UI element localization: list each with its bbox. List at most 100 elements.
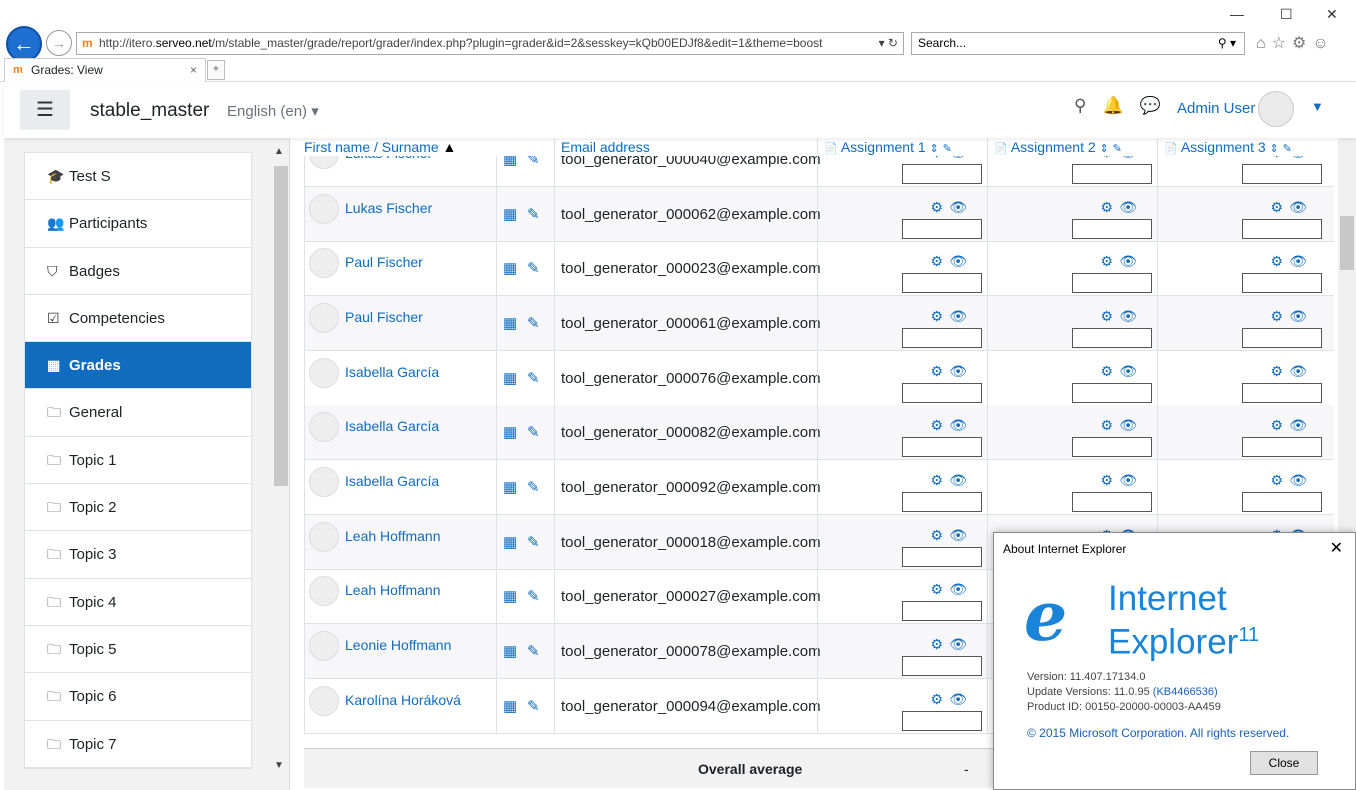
- student-name-link[interactable]: Isabella García: [345, 364, 439, 380]
- eye-icon[interactable]: 👁: [1289, 308, 1307, 325]
- gear-icon[interactable]: ⚙: [930, 527, 943, 544]
- grade-input[interactable]: [1072, 328, 1152, 348]
- student-name-link[interactable]: Paul Fischer: [345, 309, 423, 325]
- messages-icon[interactable]: 💬: [1140, 96, 1161, 115]
- sidebar-item-badges[interactable]: ⛉ Badges: [25, 248, 251, 295]
- gear-icon[interactable]: ⚙: [1100, 253, 1113, 270]
- grade-input[interactable]: [1242, 437, 1322, 457]
- grade-input[interactable]: [902, 273, 982, 293]
- edit-icon[interactable]: ✎: [527, 697, 540, 715]
- edit-icon[interactable]: ✎: [527, 369, 540, 387]
- sidebar-item-test-s[interactable]: 🎓 Test S: [25, 153, 251, 201]
- grade-input[interactable]: [1072, 164, 1152, 184]
- student-name-link[interactable]: Lukas Fischer: [345, 200, 432, 216]
- kb-link[interactable]: (KB4466536): [1153, 686, 1218, 698]
- eye-icon[interactable]: 👁: [1289, 417, 1307, 434]
- table-icon[interactable]: ▦: [503, 259, 517, 277]
- back-button[interactable]: ←: [6, 26, 42, 62]
- search-icon[interactable]: ⚲ ▾: [1218, 33, 1236, 54]
- gear-icon[interactable]: ⚙: [1270, 363, 1283, 380]
- grade-input[interactable]: [1072, 492, 1152, 512]
- grade-input[interactable]: [902, 656, 982, 676]
- edit-icon[interactable]: ✎: [527, 587, 540, 605]
- table-icon[interactable]: ▦: [503, 314, 517, 332]
- chevron-down-icon[interactable]: ▼: [1311, 99, 1324, 114]
- grade-input[interactable]: [1242, 492, 1322, 512]
- gear-icon[interactable]: ⚙: [1100, 472, 1113, 489]
- grade-input[interactable]: [1072, 273, 1152, 293]
- assignment-3-header[interactable]: 📄 Assignment 3 ⇕ ✎: [1157, 138, 1327, 156]
- eye-icon[interactable]: 👁: [1119, 308, 1137, 325]
- sidebar-item-general[interactable]: 🗀 General: [25, 389, 251, 437]
- user-menu[interactable]: Admin User: [1177, 100, 1255, 117]
- sidebar-item-topic-3[interactable]: 🗀 Topic 3: [25, 531, 251, 579]
- grade-input[interactable]: [902, 219, 982, 239]
- grade-input[interactable]: [902, 492, 982, 512]
- gear-icon[interactable]: ⚙: [930, 636, 943, 653]
- gear-icon[interactable]: ⚙: [1100, 417, 1113, 434]
- eye-icon[interactable]: 👁: [949, 581, 967, 598]
- gear-icon[interactable]: ⚙: [1270, 472, 1283, 489]
- grade-input[interactable]: [1072, 437, 1152, 457]
- grade-input[interactable]: [1242, 328, 1322, 348]
- sort-surname[interactable]: Surname: [382, 139, 439, 155]
- grade-input[interactable]: [1072, 219, 1152, 239]
- edit-icon[interactable]: ✎: [527, 314, 540, 332]
- sidebar-item-topic-6[interactable]: 🗀 Topic 6: [25, 673, 251, 721]
- gear-icon[interactable]: ⚙: [930, 253, 943, 270]
- eye-icon[interactable]: 👁: [949, 308, 967, 325]
- gear-icon[interactable]: ⚙: [930, 417, 943, 434]
- eye-icon[interactable]: 👁: [1119, 363, 1137, 380]
- grade-input[interactable]: [902, 437, 982, 457]
- student-name-link[interactable]: Isabella García: [345, 418, 439, 434]
- table-icon[interactable]: ▦: [503, 533, 517, 551]
- gear-icon[interactable]: ⚙: [930, 308, 943, 325]
- gear-icon[interactable]: ⚙: [1100, 308, 1113, 325]
- refresh-icon[interactable]: ▾ ↻: [879, 33, 898, 54]
- language-menu[interactable]: English (en) ▾: [227, 102, 319, 120]
- edit-icon[interactable]: ✎: [527, 478, 540, 496]
- grade-input[interactable]: [1242, 383, 1322, 403]
- sidebar-item-topic-7[interactable]: 🗀 Topic 7: [25, 721, 251, 768]
- sidebar-item-participants[interactable]: 👥 Participants: [25, 200, 251, 248]
- eye-icon[interactable]: 👁: [949, 199, 967, 216]
- window-close-button[interactable]: ✕: [1326, 6, 1338, 23]
- address-bar[interactable]: m http://itero.serveo.net/m/stable_maste…: [76, 32, 904, 55]
- table-icon[interactable]: ▦: [503, 205, 517, 223]
- gear-icon[interactable]: ⚙: [930, 691, 943, 708]
- eye-icon[interactable]: 👁: [1119, 253, 1137, 270]
- sidebar-item-grades[interactable]: ▦ Grades: [25, 342, 251, 390]
- eye-icon[interactable]: 👁: [949, 636, 967, 653]
- sidebar-item-competencies[interactable]: ☑ Competencies: [25, 295, 251, 343]
- gear-icon[interactable]: ⚙: [1270, 199, 1283, 216]
- grade-input[interactable]: [1242, 164, 1322, 184]
- grade-input[interactable]: [1242, 273, 1322, 293]
- table-icon[interactable]: ▦: [503, 587, 517, 605]
- drawer-scrollbar[interactable]: ▲ ▼: [274, 146, 288, 776]
- edit-icon[interactable]: ✎: [527, 259, 540, 277]
- gear-icon[interactable]: ⚙: [1100, 199, 1113, 216]
- table-icon[interactable]: ▦: [503, 369, 517, 387]
- gear-icon[interactable]: ⚙: [1270, 417, 1283, 434]
- grade-input[interactable]: [1072, 383, 1152, 403]
- notification-bell-icon[interactable]: 🔔: [1102, 96, 1123, 115]
- gear-icon[interactable]: ⚙: [930, 472, 943, 489]
- grade-input[interactable]: [902, 383, 982, 403]
- eye-icon[interactable]: 👁: [949, 253, 967, 270]
- toolbar-icons[interactable]: ⌂☆⚙☺: [1256, 33, 1335, 53]
- eye-icon[interactable]: 👁: [1119, 417, 1137, 434]
- assignment-1-header[interactable]: 📄 Assignment 1 ⇕ ✎: [817, 138, 987, 156]
- minimize-button[interactable]: —: [1230, 6, 1244, 22]
- eye-icon[interactable]: 👁: [1119, 199, 1137, 216]
- gear-icon[interactable]: ⚙: [1100, 363, 1113, 380]
- eye-icon[interactable]: 👁: [949, 417, 967, 434]
- sidebar-item-topic-1[interactable]: 🗀 Topic 1: [25, 437, 251, 485]
- student-name-link[interactable]: Leah Hoffmann: [345, 582, 440, 598]
- edit-icon[interactable]: ✎: [527, 423, 540, 441]
- hamburger-menu-icon[interactable]: ☰: [20, 90, 70, 130]
- assignment-2-header[interactable]: 📄 Assignment 2 ⇕ ✎: [987, 138, 1157, 156]
- sidebar-item-topic-4[interactable]: 🗀 Topic 4: [25, 579, 251, 626]
- gear-icon[interactable]: ⚙: [1270, 308, 1283, 325]
- grade-input[interactable]: [902, 711, 982, 731]
- student-name-link[interactable]: Isabella García: [345, 473, 439, 489]
